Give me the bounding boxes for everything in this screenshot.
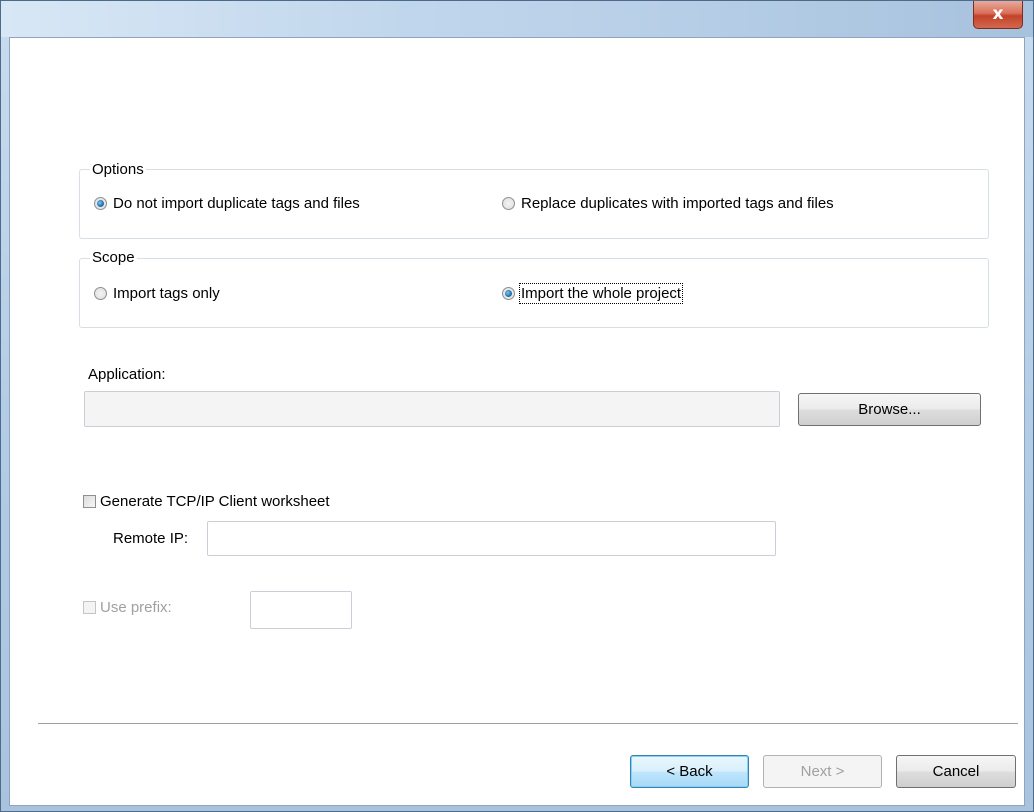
next-button[interactable]: Next > (763, 755, 882, 788)
footer-separator (38, 723, 1018, 725)
radio-whole-project[interactable]: Import the whole project (502, 283, 684, 304)
close-icon: x (992, 4, 1004, 24)
radio-replace-duplicates-indicator (502, 197, 515, 210)
radio-whole-project-label: Import the whole project (518, 283, 684, 304)
dialog-window: x Options Do not import duplicate tags a… (0, 0, 1034, 812)
cancel-button[interactable]: Cancel (896, 755, 1016, 788)
scope-group-label: Scope (90, 249, 137, 266)
back-button[interactable]: < Back (630, 755, 749, 788)
prefix-field[interactable] (250, 591, 352, 629)
use-prefix-checkbox-box (83, 601, 96, 614)
tcp-client-checkbox-box (83, 495, 96, 508)
radio-replace-duplicates-label: Replace duplicates with imported tags an… (521, 195, 834, 212)
tcp-client-checkbox-label: Generate TCP/IP Client worksheet (100, 493, 330, 510)
close-button[interactable]: x (973, 1, 1023, 29)
radio-no-duplicates[interactable]: Do not import duplicate tags and files (94, 195, 360, 212)
radio-tags-only[interactable]: Import tags only (94, 285, 220, 302)
use-prefix-checkbox-label: Use prefix: (100, 599, 172, 616)
application-field[interactable] (84, 391, 780, 427)
options-group-label: Options (90, 161, 146, 178)
back-button-label: < Back (666, 763, 713, 780)
radio-tags-only-indicator (94, 287, 107, 300)
tcp-client-checkbox[interactable]: Generate TCP/IP Client worksheet (83, 493, 330, 510)
next-button-label: Next > (800, 763, 845, 780)
use-prefix-checkbox[interactable]: Use prefix: (83, 599, 172, 616)
cancel-button-label: Cancel (932, 763, 980, 780)
radio-no-duplicates-indicator (94, 197, 107, 210)
radio-tags-only-label: Import tags only (113, 285, 220, 302)
remote-ip-label: Remote IP: (113, 530, 189, 547)
browse-button-label: Browse... (858, 401, 921, 418)
browse-button[interactable]: Browse... (798, 393, 981, 426)
dialog-content: Options Do not import duplicate tags and… (9, 37, 1025, 806)
remote-ip-field[interactable] (207, 521, 776, 556)
radio-no-duplicates-label: Do not import duplicate tags and files (113, 195, 360, 212)
application-label: Application: (88, 366, 166, 383)
radio-whole-project-indicator (502, 287, 515, 300)
radio-replace-duplicates[interactable]: Replace duplicates with imported tags an… (502, 195, 834, 212)
title-bar[interactable] (1, 1, 1033, 37)
